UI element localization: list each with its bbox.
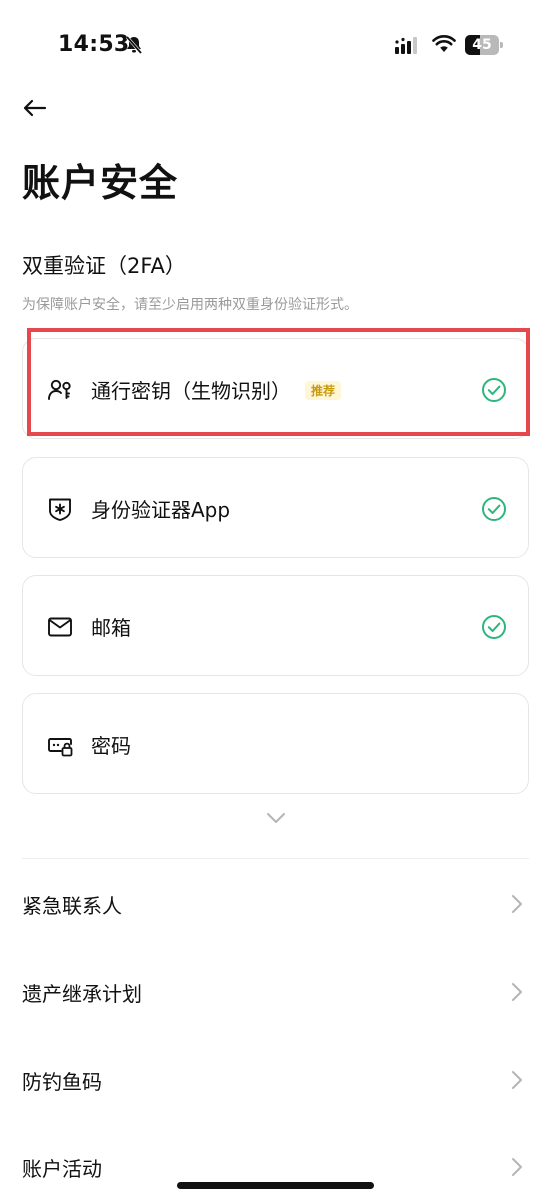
status-time: 14:53 (58, 32, 130, 57)
envelope-icon (48, 617, 72, 637)
chevron-right-icon (512, 1158, 522, 1176)
password-lock-icon (48, 738, 73, 757)
menu-item-emergency-contact[interactable]: 紧急联系人 (22, 874, 529, 934)
menu-item-label: 紧急联系人 (22, 894, 122, 918)
status-bar: 14:53 45 (0, 0, 551, 88)
menu-item-inheritance-plan[interactable]: 遗产继承计划 (22, 962, 529, 1022)
chevron-down-icon[interactable] (264, 810, 288, 826)
recommended-badge: 推荐 (305, 381, 342, 400)
chevron-right-icon (512, 895, 522, 913)
menu-item-label: 账户活动 (22, 1157, 102, 1181)
battery-indicator: 45 (465, 35, 503, 55)
check-circle-icon (482, 615, 506, 639)
menu-item-label: 遗产继承计划 (22, 982, 142, 1006)
section-description: 为保障账户安全，请至少启用两种双重身份验证形式。 (22, 297, 358, 313)
battery-nub (500, 42, 503, 48)
authenticator-app-label: 身份验证器App (91, 498, 231, 522)
signal-icon (395, 37, 417, 54)
passkey-card[interactable]: 通行密钥（生物识别） 推荐 (22, 338, 529, 439)
passkey-label-text: 通行密钥（生物识别） (91, 379, 291, 403)
menu-item-anti-phishing-code[interactable]: 防钓鱼码 (22, 1050, 529, 1110)
section-divider (22, 858, 529, 859)
battery-body: 45 (465, 35, 499, 55)
wifi-icon (432, 35, 456, 52)
section-title-2fa: 双重验证（2FA） (22, 254, 186, 278)
check-circle-icon (482, 378, 506, 402)
email-card[interactable]: 邮箱 (22, 575, 529, 676)
bell-off-icon (125, 36, 143, 54)
passkey-person-key-icon (48, 379, 71, 400)
authenticator-app-card[interactable]: 身份验证器App (22, 457, 529, 558)
password-card[interactable]: 密码 (22, 693, 529, 794)
menu-item-label: 防钓鱼码 (22, 1070, 102, 1094)
chevron-right-icon (512, 983, 522, 1001)
battery-level-text: 45 (472, 37, 492, 53)
check-circle-icon (482, 497, 506, 521)
password-label: 密码 (91, 734, 131, 758)
page-title: 账户安全 (22, 161, 179, 205)
back-arrow-icon[interactable] (20, 94, 52, 122)
home-indicator (177, 1182, 374, 1189)
email-label: 邮箱 (91, 616, 131, 640)
chevron-right-icon (512, 1071, 522, 1089)
passkey-label: 通行密钥（生物识别） 推荐 (91, 375, 342, 404)
authenticator-shield-icon (49, 498, 71, 521)
